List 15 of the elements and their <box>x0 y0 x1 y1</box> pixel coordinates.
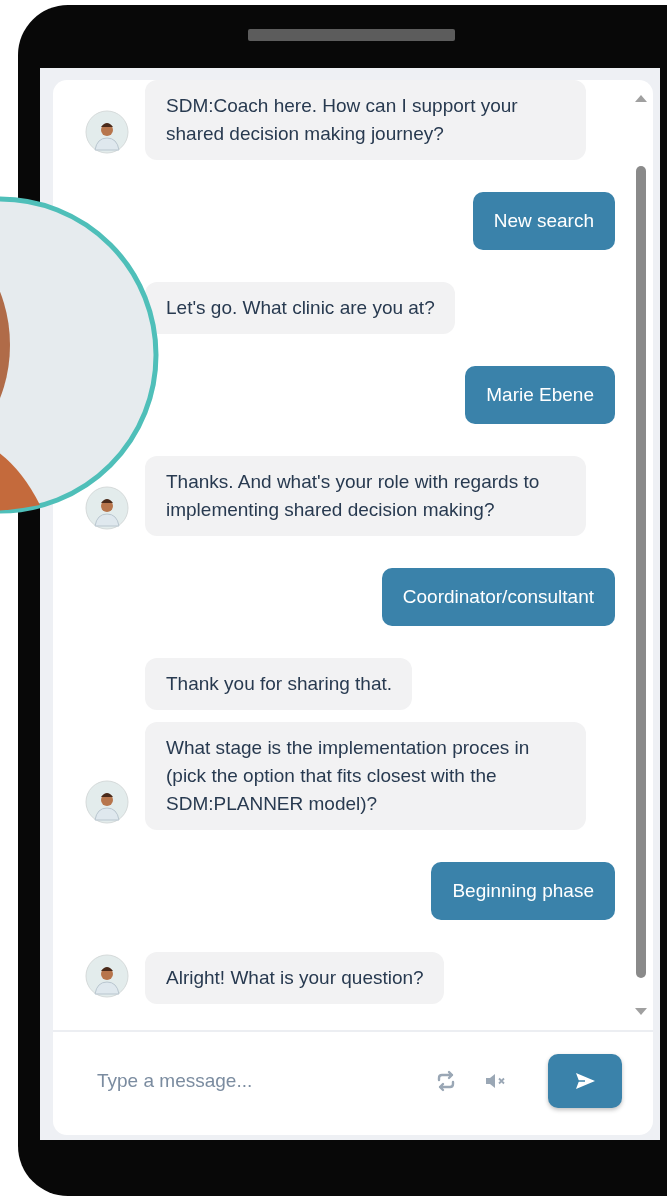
bot-message: Alright! What is your question? <box>145 952 444 1004</box>
message-input[interactable]: Type a message... <box>95 1068 434 1093</box>
send-button[interactable] <box>548 1053 622 1108</box>
scroll-down-icon[interactable] <box>635 1008 647 1016</box>
user-message: Marie Ebene <box>465 366 615 424</box>
bot-message: Thank you for sharing that. <box>145 658 412 710</box>
scrollbar-thumb[interactable] <box>636 166 646 978</box>
user-message: Beginning phase <box>431 862 615 920</box>
user-message: Coordinator/consultant <box>381 568 615 626</box>
bot-message: Thanks. And what's your role with regards to implementing shared decision making? <box>145 456 586 536</box>
scroll-up-icon[interactable] <box>635 94 647 102</box>
user-message: New search <box>472 192 615 250</box>
bot-message: What stage is the implementation proces in (pick the option that fits closest with the SDM:PLANNER model)? <box>145 722 586 830</box>
bot-message: Let's go. What clinic are you at? <box>145 282 455 334</box>
bot-message: SDM:Coach here. How can I support your shared decision making journey? <box>145 80 586 160</box>
